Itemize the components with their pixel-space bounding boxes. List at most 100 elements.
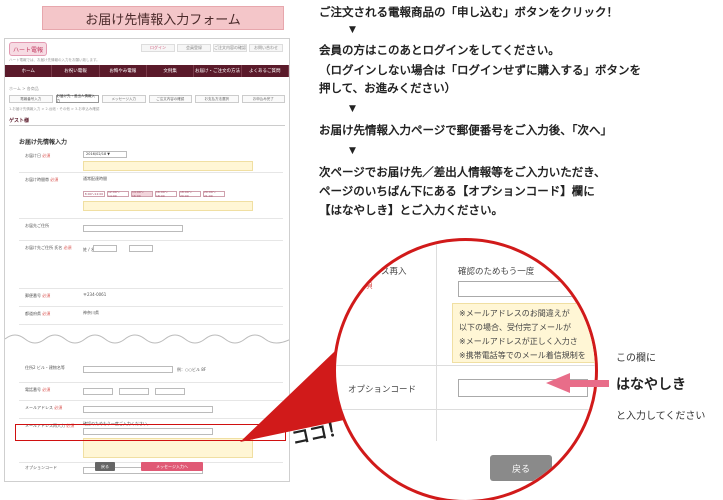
arrow-icon: ▼ [349, 25, 356, 35]
email-input[interactable] [83, 406, 213, 413]
time-chip[interactable]: 16:00〜18:00 [155, 190, 177, 198]
instruction-step-2b: （ログインしない場合は「ログインせずに購入する」ボタンを [319, 63, 641, 77]
note-line: 以下の場合、受付完了メールが [459, 323, 571, 332]
form-screenshot-thumbnail: ハート電報 ログイン 会員登録 ご注文内容の確認 お問い合わせ ハート電報では、… [4, 38, 290, 482]
nav-item-home[interactable]: ホーム [5, 65, 53, 77]
side-note-keyword: はなやしき [616, 377, 686, 393]
section-title: ゲスト様 [9, 117, 285, 126]
building-input[interactable] [83, 366, 173, 373]
nav-item-faq[interactable]: よくあるご質問 [242, 65, 289, 77]
option-code-label: オプションコード [348, 385, 417, 395]
nav-item-examples[interactable]: 文例集 [147, 65, 195, 77]
email-confirm-label: ドレス再入 [364, 267, 407, 277]
required-mark: 須 [364, 281, 373, 291]
side-note-3: と入力してください [616, 411, 706, 422]
phone-input-3[interactable] [155, 388, 185, 395]
nav-item-how-to-order[interactable]: お届け・ご注文の方法 [194, 65, 242, 77]
email-note-box: ※メールアドレスのお間違えが 以下の場合、受付完了メールが ※メールアドレスが正… [452, 303, 595, 363]
field-value: 神奈川県 [83, 310, 99, 315]
tear-divider [5, 334, 289, 344]
phone-input-2[interactable] [119, 388, 149, 395]
address-input[interactable] [83, 225, 183, 232]
instruction-step-2a: 会員の方はこのあとログインをしてください。 [319, 43, 560, 57]
nav-item-condolence[interactable]: お悔やみ電報 [100, 65, 147, 77]
confirm-hint: 確認のためもう一度 [458, 267, 535, 277]
site-header: ハート電報 ログイン 会員登録 ご注文内容の確認 お問い合わせ ハート電報では、… [5, 39, 289, 65]
delivery-date-select[interactable]: 2016/02/18 ▼ [83, 151, 127, 158]
magnifier-zoom: ドレス再入 須 確認のためもう一度 ※メールアドレスのお間違えが 以下の場合、受… [333, 238, 598, 500]
global-nav: ホーム お祝い電報 お悔やみ電報 文例集 お届け・ご注文の方法 よくあるご質問 [5, 65, 289, 77]
note-box [83, 161, 253, 171]
step-item: お支払方法選択 [195, 95, 239, 103]
pointer-arrow-shaft [569, 380, 609, 387]
step-note: 1.お届け先情報入力 > 2.台紙・その他 > 3.お申込み確認 [9, 107, 100, 111]
thumb-next-button[interactable]: メッセージ入力へ [141, 462, 203, 471]
page-title-banner: お届け先情報入力フォーム [42, 6, 284, 30]
form-row-phone: 電話番号 必須 [19, 383, 283, 401]
nav-item-celebration[interactable]: お祝い電報 [52, 65, 100, 77]
form-row-building: 住所2 ビル・建物名等 例：○○ビル 8F [19, 361, 283, 383]
time-chip[interactable]: 20:00〜21:00 [203, 190, 225, 198]
form-row-email: メールアドレス 必須 [19, 401, 283, 419]
arrow-icon: ▼ [349, 146, 356, 156]
field-label: 住所2 ビル・建物名等 [25, 365, 65, 370]
row-divider [336, 409, 595, 410]
form-row-name: お届け先ご住所 氏名 必須 姓 / 名 [19, 241, 283, 289]
step-item: お申込み完了 [241, 95, 285, 103]
site-logo[interactable]: ハート電報 [9, 42, 47, 56]
field-label: お届け日 必須 [25, 153, 51, 158]
field-label: 都道府県 必須 [25, 311, 51, 316]
field-label: お届け先ご住所 氏名 必須 [25, 245, 72, 250]
form-row-address: お届先ご住所 [19, 219, 283, 241]
top-link-login[interactable]: ログイン [141, 44, 175, 52]
note-line: ※メールアドレスが正しく入力さ [459, 337, 578, 346]
form-row-prefecture: 都道府県 必須 神奈川県 [19, 307, 283, 325]
field-label: オプションコード [25, 465, 57, 470]
column-divider [436, 241, 437, 441]
phone-input-1[interactable] [83, 388, 113, 395]
form-row-postal: 郵便番号 必須 〒234-0061 [19, 289, 283, 307]
option-code-highlight [15, 424, 286, 441]
field-value: 例：○○ビル 8F [177, 367, 207, 372]
first-name-input[interactable] [129, 245, 153, 252]
form-row-delivery-date: お届け日 必須 2016/02/18 ▼ [19, 149, 283, 173]
instruction-step-4c: 【はなやしき】とご入力ください。 [319, 203, 503, 217]
thumb-back-button[interactable]: 戻る [95, 462, 115, 471]
step-item-active: お届け先・差出人情報入力 [55, 94, 99, 103]
form-title: お届け先情報入力 [19, 139, 68, 146]
step-item: ご注文内容の確認 [148, 95, 192, 103]
field-label: お届け時間帯 必須 [25, 177, 59, 182]
note-box [83, 201, 253, 211]
order-steps: 電報番号入力 お届け先・差出人情報入力 メッセージ入力 ご注文内容の確認 お支払… [9, 94, 285, 103]
note-line: ※携帯電話等でのメール着信規制を [459, 351, 586, 360]
instruction-step-1: ご注文される電報商品の「申し込む」ボタンをクリック！ [319, 5, 618, 19]
instruction-step-4a: 次ページでお届け先／差出人情報等をご入力いただき、 [319, 165, 606, 179]
top-link-contact[interactable]: お問い合わせ [249, 44, 283, 52]
arrow-icon: ▼ [349, 104, 356, 114]
instruction-step-4b: ページのいちばん下にある【オプションコード】欄に [319, 184, 595, 198]
email-confirm-input[interactable] [458, 281, 595, 297]
field-label: メールアドレス 必須 [25, 405, 63, 410]
time-chip[interactable]: 12:00〜14:00 [107, 190, 129, 198]
time-chip[interactable]: 18:00〜20:00 [179, 190, 201, 198]
step-item: メッセージ入力 [102, 95, 146, 103]
breadcrumb: ホーム > 各商品 [9, 86, 39, 91]
field-label: お届先ご住所 [25, 223, 49, 228]
instruction-step-3: お届け先情報入力ページで郵便番号をご入力後、「次へ」 [319, 123, 613, 137]
header-note: ハート電報では、お届け先情報の入力をお願い致します。 [9, 58, 100, 62]
instruction-step-2c: 押して、お進みください） [319, 81, 457, 95]
time-chip[interactable]: 8:00〜12:00 [83, 191, 105, 197]
pointer-arrow-icon [546, 373, 570, 393]
last-name-input[interactable] [93, 245, 117, 252]
top-links: ログイン 会員登録 ご注文内容の確認 お問い合わせ [141, 44, 283, 52]
top-link-register[interactable]: 会員登録 [177, 44, 211, 52]
back-button[interactable]: 戻る [490, 455, 552, 481]
note-line: ※メールアドレスのお間違えが [459, 309, 570, 318]
field-value: 〒234-0061 [83, 292, 107, 297]
field-label: 電話番号 必須 [25, 387, 51, 392]
row-divider [336, 365, 595, 366]
field-value: 通常配達時間 [83, 176, 107, 181]
time-chip-selected[interactable]: 14:00〜16:00 [131, 190, 153, 198]
top-link-order-check[interactable]: ご注文内容の確認 [213, 44, 247, 52]
form-row-delivery-time: お届け時間帯 必須 通常配達時間 8:00〜12:00 12:00〜14:00 … [19, 173, 283, 219]
